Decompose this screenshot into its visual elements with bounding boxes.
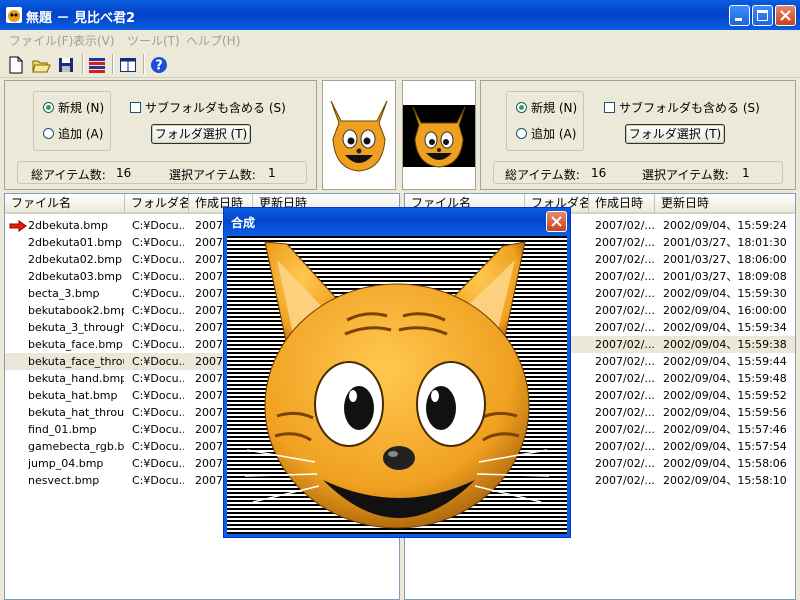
selected-items-value: 1 — [268, 166, 276, 180]
cat-face-black-bg-thumbnail-image — [403, 105, 475, 168]
dialog-close-button[interactable] — [546, 211, 567, 232]
toolbar-separator — [143, 54, 145, 74]
radio-new-label: 新規 (N) — [58, 101, 105, 115]
radio-add-label: 追加 (A) — [531, 127, 577, 141]
column-header-modified[interactable]: 更新日時 — [655, 194, 795, 214]
new-file-icon[interactable] — [5, 54, 27, 76]
list-view-icon[interactable] — [86, 54, 108, 76]
selected-items-label: 選択アイテム数: — [642, 168, 729, 182]
column-header-created[interactable]: 作成日時 — [589, 194, 655, 214]
toolbar-separator — [112, 54, 114, 74]
split-view-icon[interactable] — [117, 54, 139, 76]
right-control-panel: 新規 (N) 追加 (A) サブフォルダも含める (S) フォルダ選択 (T) … — [480, 80, 796, 190]
composite-dialog[interactable]: 合成 — [223, 207, 571, 538]
dialog-title: 合成 — [231, 216, 256, 230]
open-folder-icon[interactable] — [30, 54, 52, 76]
left-thumbnail[interactable] — [322, 80, 396, 190]
subfolder-label: サブフォルダも含める (S) — [145, 101, 286, 115]
minimize-button[interactable] — [729, 5, 750, 26]
subfolder-label: サブフォルダも含める (S) — [619, 101, 760, 115]
radio-new-label: 新規 (N) — [531, 101, 578, 115]
total-items-value: 16 — [116, 166, 132, 180]
left-control-panel: 新規 (N) 追加 (A) サブフォルダも含める (S) フォルダ選択 (T) … — [4, 80, 317, 190]
radio-add-label: 追加 (A) — [58, 127, 104, 141]
menu-tools[interactable]: ツール(T) — [127, 32, 180, 49]
window-title: 無題 － 見比べ君2 — [26, 11, 136, 26]
selected-items-value: 1 — [742, 166, 750, 180]
radio-new[interactable] — [516, 102, 527, 113]
dialog-title-bar[interactable]: 合成 — [224, 208, 570, 236]
cat-face-thumbnail-image — [330, 100, 388, 172]
save-icon[interactable] — [55, 54, 77, 76]
app-cat-icon[interactable] — [6, 7, 22, 23]
folder-select-button[interactable]: フォルダ選択 (T) — [625, 124, 725, 144]
total-items-value: 16 — [591, 166, 607, 180]
subfolder-checkbox[interactable] — [130, 102, 141, 113]
radio-add[interactable] — [43, 128, 54, 139]
folder-select-button[interactable]: フォルダ選択 (T) — [151, 124, 251, 144]
column-header-folder[interactable]: フォルダ名 — [125, 194, 189, 214]
menu-bar: ファイル(F) 表示(V) ツール(T) ヘルプ(H) — [0, 30, 800, 50]
maximize-button[interactable] — [752, 5, 773, 26]
toolbar-separator — [82, 54, 84, 74]
right-thumbnail[interactable] — [402, 80, 476, 190]
radio-new[interactable] — [43, 102, 54, 113]
title-bar[interactable]: 無題 － 見比べ君2 — [0, 0, 800, 30]
total-items-label: 総アイテム数: — [505, 168, 580, 182]
svg-text:?: ? — [155, 59, 163, 74]
help-icon[interactable]: ? — [148, 54, 170, 76]
toolbar: ? — [0, 51, 800, 78]
menu-view[interactable]: 表示(V) — [73, 32, 115, 49]
close-button[interactable] — [775, 5, 796, 26]
subfolder-checkbox[interactable] — [604, 102, 615, 113]
menu-help[interactable]: ヘルプ(H) — [186, 32, 240, 49]
selected-items-label: 選択アイテム数: — [169, 168, 256, 182]
column-header-filename[interactable]: ファイル名 — [5, 194, 125, 214]
radio-add[interactable] — [516, 128, 527, 139]
total-items-label: 総アイテム数: — [31, 168, 106, 182]
composite-cat-image — [227, 236, 567, 534]
menu-file[interactable]: ファイル(F) — [9, 32, 73, 49]
